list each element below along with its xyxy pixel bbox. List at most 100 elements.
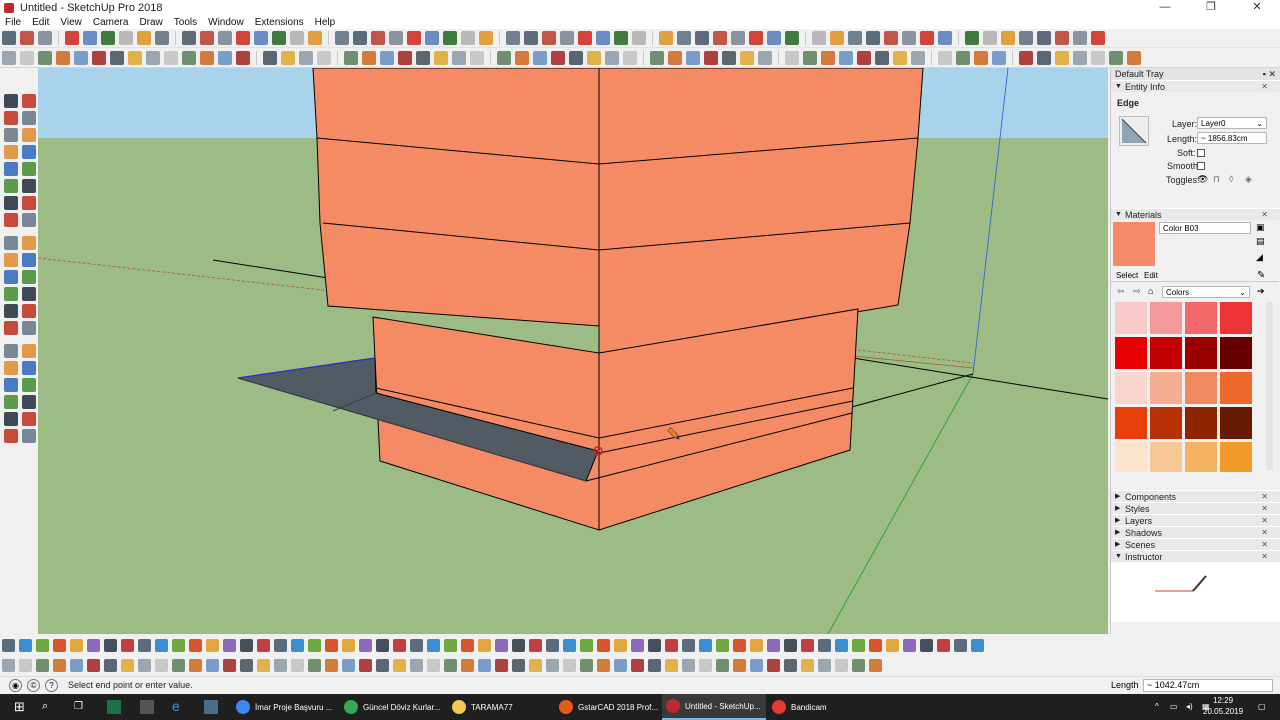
tool-button-icon[interactable]	[240, 638, 253, 652]
tool-button-icon[interactable]	[866, 31, 880, 45]
tool-button-icon[interactable]	[4, 236, 18, 250]
color-swatch[interactable]	[1220, 302, 1252, 334]
menu-draw[interactable]: Draw	[134, 17, 168, 28]
materials-header[interactable]: ▼ Materials ✕	[1111, 208, 1280, 220]
tool-button-icon[interactable]	[578, 31, 592, 45]
tool-button-icon[interactable]	[371, 31, 385, 45]
tool-button-icon[interactable]	[495, 638, 508, 652]
tool-button-icon[interactable]	[22, 111, 36, 125]
tool-button-icon[interactable]	[164, 50, 178, 65]
tool-button-icon[interactable]	[515, 50, 529, 65]
tool-button-icon[interactable]	[648, 658, 661, 672]
tool-button-icon[interactable]	[299, 50, 313, 65]
tool-button-icon[interactable]	[36, 658, 49, 672]
tool-button-icon[interactable]	[263, 50, 277, 65]
tool-button-icon[interactable]	[784, 638, 797, 652]
tool-button-icon[interactable]	[1019, 50, 1033, 65]
tool-button-icon[interactable]	[869, 638, 882, 652]
tool-button-icon[interactable]	[750, 658, 763, 672]
menu-help[interactable]: Help	[310, 17, 342, 28]
taskbar-app-button[interactable]: Bandicam	[768, 694, 858, 720]
tool-button-icon[interactable]	[974, 50, 988, 65]
tool-button-icon[interactable]	[83, 31, 97, 45]
paint-bucket-icon[interactable]: ▤	[1256, 236, 1265, 247]
tool-button-icon[interactable]	[869, 658, 882, 672]
tool-button-icon[interactable]	[512, 638, 525, 652]
tool-button-icon[interactable]	[19, 658, 32, 672]
tool-button-icon[interactable]	[839, 50, 853, 65]
tool-button-icon[interactable]	[452, 50, 466, 65]
tool-button-icon[interactable]	[812, 31, 826, 45]
tool-button-icon[interactable]	[22, 162, 36, 176]
collapsed-panel-header[interactable]: ▶ Shadows ✕	[1111, 526, 1280, 538]
tool-button-icon[interactable]	[542, 31, 556, 45]
tool-button-icon[interactable]	[308, 658, 321, 672]
tool-button-icon[interactable]	[393, 658, 406, 672]
tool-button-icon[interactable]	[200, 50, 214, 65]
tool-button-icon[interactable]	[236, 50, 250, 65]
tray-chevron-icon[interactable]: ^	[1155, 702, 1159, 720]
tool-button-icon[interactable]	[218, 31, 232, 45]
desktop-app-icon[interactable]	[204, 700, 218, 714]
tool-button-icon[interactable]	[835, 658, 848, 672]
tool-button-icon[interactable]	[580, 658, 593, 672]
length-field[interactable]: ~ 1856.83cm	[1197, 132, 1267, 144]
tool-button-icon[interactable]	[716, 658, 729, 672]
tool-button-icon[interactable]	[938, 50, 952, 65]
tool-button-icon[interactable]	[1019, 31, 1033, 45]
tool-button-icon[interactable]	[380, 50, 394, 65]
tool-button-icon[interactable]	[478, 658, 491, 672]
tool-button-icon[interactable]	[20, 50, 34, 65]
tool-button-icon[interactable]	[631, 638, 644, 652]
cast-shadows-icon[interactable]: ◈	[1245, 174, 1252, 185]
help-icon[interactable]: ?	[45, 679, 58, 692]
tool-button-icon[interactable]	[182, 31, 196, 45]
tool-button-icon[interactable]	[4, 304, 18, 318]
tool-button-icon[interactable]	[758, 50, 772, 65]
tool-button-icon[interactable]	[206, 638, 219, 652]
tool-button-icon[interactable]	[938, 31, 952, 45]
color-swatch[interactable]	[1185, 407, 1217, 439]
tool-button-icon[interactable]	[121, 658, 134, 672]
tool-button-icon[interactable]	[631, 658, 644, 672]
tool-button-icon[interactable]	[138, 658, 151, 672]
tool-button-icon[interactable]	[38, 50, 52, 65]
home-icon[interactable]: ⌂	[1148, 286, 1153, 296]
tool-button-icon[interactable]	[830, 31, 844, 45]
layer-select[interactable]: Layer0 ⌄	[1197, 117, 1267, 129]
tool-button-icon[interactable]	[353, 31, 367, 45]
tool-button-icon[interactable]	[172, 658, 185, 672]
tool-button-icon[interactable]	[4, 179, 18, 193]
close-button[interactable]: ✕	[1234, 0, 1280, 15]
color-swatch[interactable]	[1150, 372, 1182, 404]
smooth-checkbox[interactable]	[1197, 162, 1205, 170]
tool-button-icon[interactable]	[398, 50, 412, 65]
tool-button-icon[interactable]	[563, 638, 576, 652]
tool-button-icon[interactable]	[713, 31, 727, 45]
tool-button-icon[interactable]	[1001, 31, 1015, 45]
tool-button-icon[interactable]	[70, 638, 83, 652]
tool-button-icon[interactable]	[4, 412, 18, 426]
tool-button-icon[interactable]	[731, 31, 745, 45]
color-swatch[interactable]	[1150, 302, 1182, 334]
color-swatch[interactable]	[1150, 442, 1182, 472]
collapsed-panel-header[interactable]: ▶ Scenes ✕	[1111, 538, 1280, 550]
tool-button-icon[interactable]	[200, 31, 214, 45]
tool-button-icon[interactable]	[560, 31, 574, 45]
tool-button-icon[interactable]	[506, 31, 520, 45]
tool-button-icon[interactable]	[22, 196, 36, 210]
tool-button-icon[interactable]	[4, 361, 18, 375]
color-swatch[interactable]	[1115, 442, 1147, 472]
tool-button-icon[interactable]	[529, 638, 542, 652]
tool-button-icon[interactable]	[22, 344, 36, 358]
tool-button-icon[interactable]	[22, 287, 36, 301]
taskbar-app-button[interactable]: Untitled - SketchUp...	[662, 694, 766, 720]
swatch-scrollbar[interactable]	[1266, 302, 1273, 470]
tool-button-icon[interactable]	[155, 658, 168, 672]
tool-button-icon[interactable]	[4, 287, 18, 301]
tool-button-icon[interactable]	[580, 638, 593, 652]
tool-button-icon[interactable]	[22, 236, 36, 250]
tool-button-icon[interactable]	[903, 638, 916, 652]
tool-button-icon[interactable]	[563, 658, 576, 672]
tool-button-icon[interactable]	[393, 638, 406, 652]
